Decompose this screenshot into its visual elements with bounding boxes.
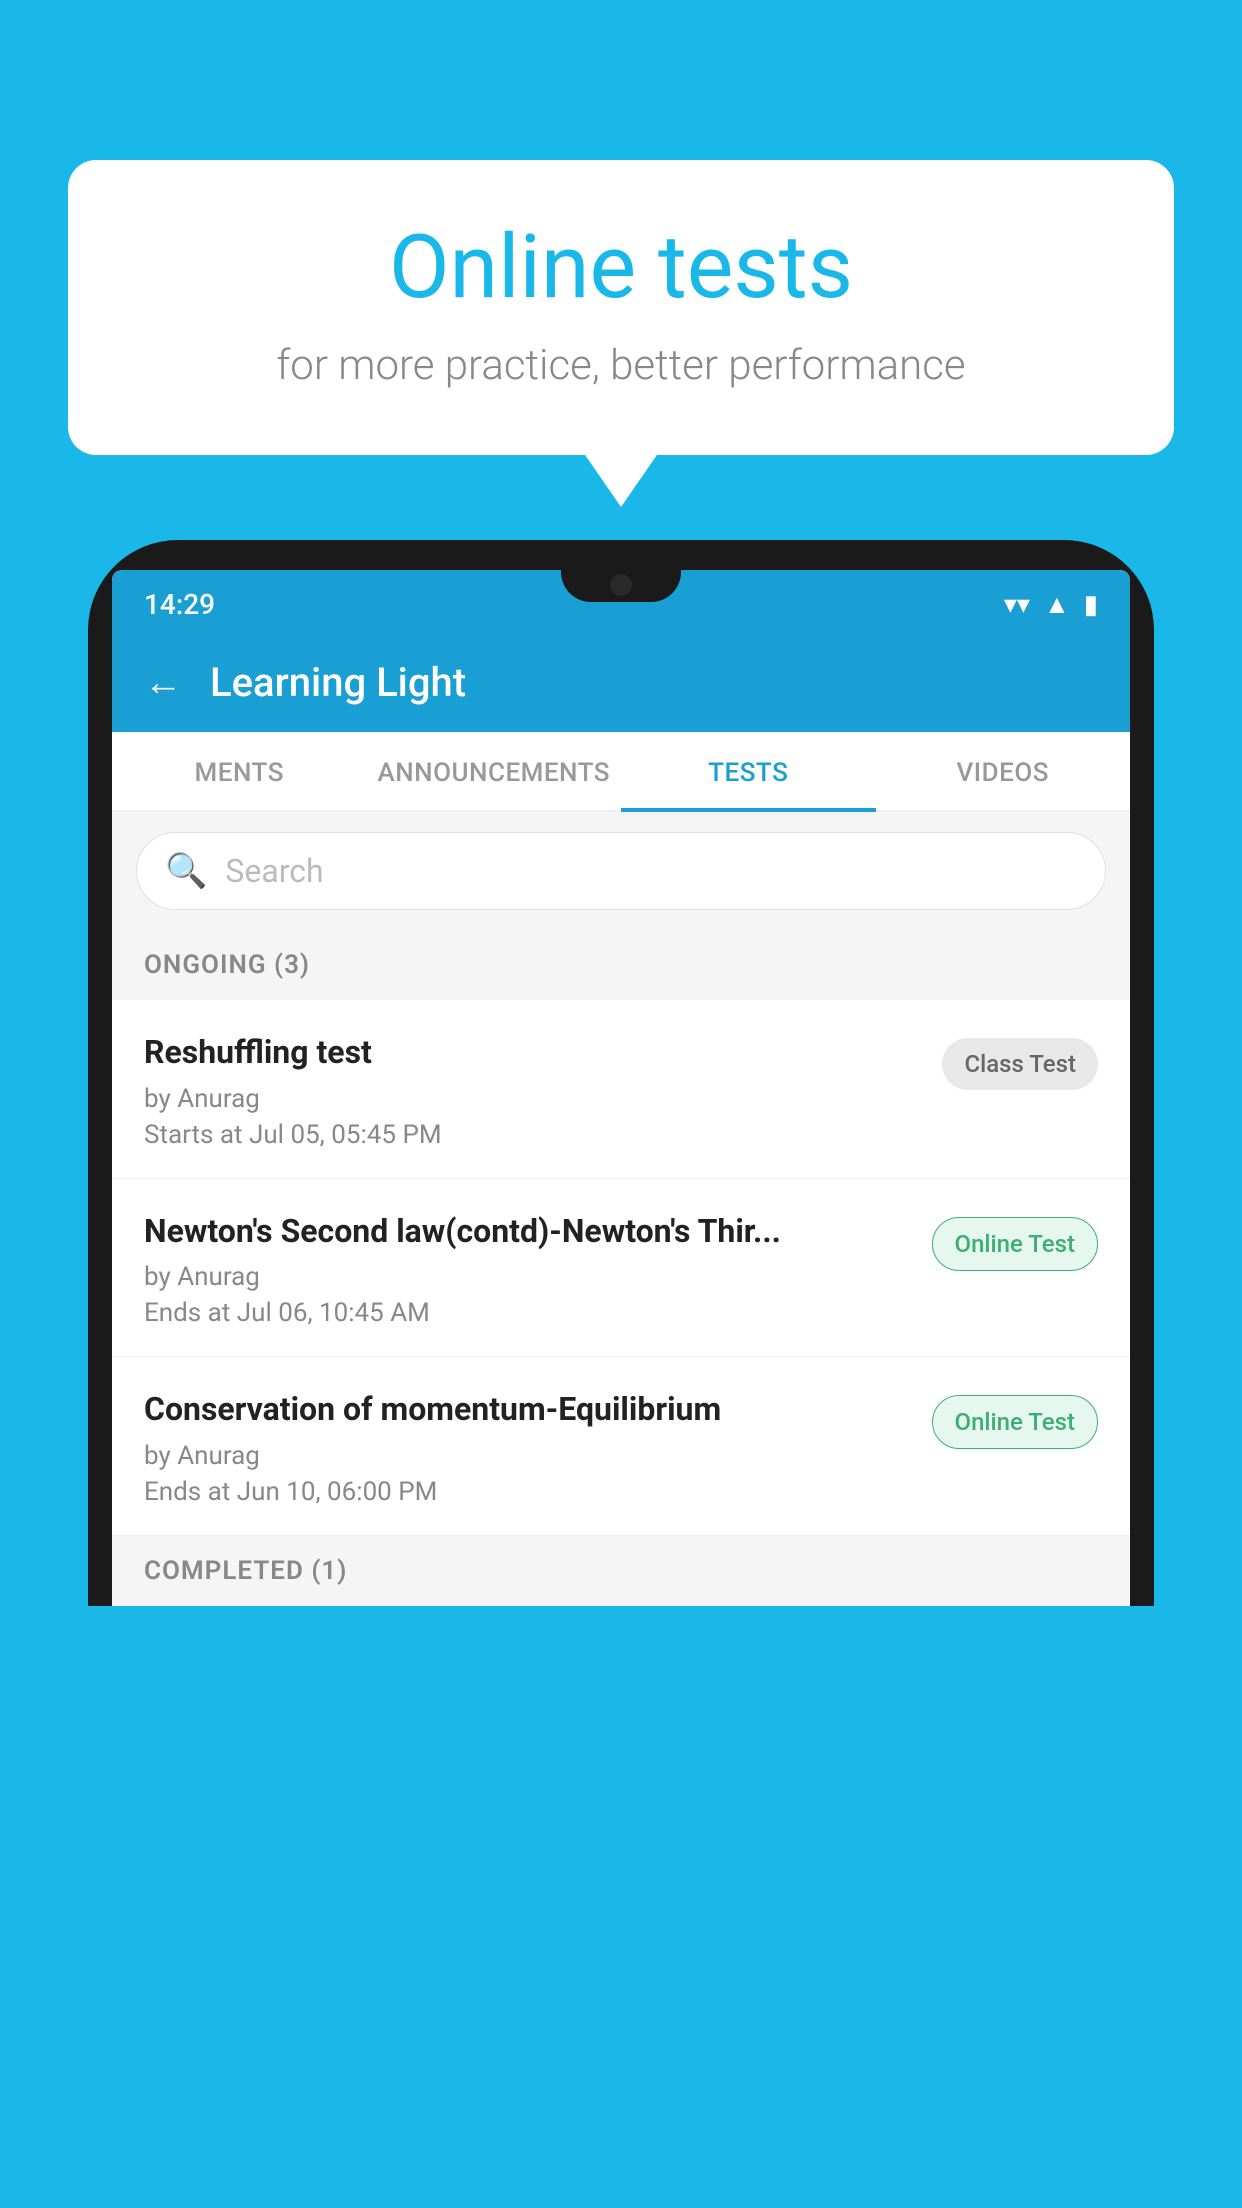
test-name: Conservation of momentum-Equilibrium xyxy=(144,1389,908,1431)
test-item[interactable]: Conservation of momentum-Equilibrium by … xyxy=(112,1357,1130,1536)
bubble-subtitle: for more practice, better performance xyxy=(118,341,1124,390)
test-name: Reshuffling test xyxy=(144,1032,918,1074)
test-badge-online-2: Online Test xyxy=(932,1395,1098,1449)
bubble-title: Online tests xyxy=(118,220,1124,317)
signal-icon: ▲ xyxy=(1044,589,1070,620)
test-name: Newton's Second law(contd)-Newton's Thir… xyxy=(144,1211,908,1253)
test-badge-class: Class Test xyxy=(942,1038,1098,1090)
test-info: Newton's Second law(contd)-Newton's Thir… xyxy=(144,1211,932,1329)
test-info: Reshuffling test by Anurag Starts at Jul… xyxy=(144,1032,942,1150)
speech-bubble: Online tests for more practice, better p… xyxy=(68,160,1174,455)
tab-videos[interactable]: VIDEOS xyxy=(876,732,1131,810)
status-time: 14:29 xyxy=(144,588,215,621)
search-bar-container: 🔍 Search xyxy=(112,812,1130,930)
app-header: ← Learning Light xyxy=(112,633,1130,732)
test-item[interactable]: Newton's Second law(contd)-Newton's Thir… xyxy=(112,1179,1130,1358)
app-title: Learning Light xyxy=(210,659,466,706)
tab-tests[interactable]: TESTS xyxy=(621,732,876,810)
test-date: Starts at Jul 05, 05:45 PM xyxy=(144,1120,918,1150)
tab-bar: MENTS ANNOUNCEMENTS TESTS VIDEOS xyxy=(112,732,1130,812)
camera-dot xyxy=(610,574,632,596)
phone-outer: 14:29 ▾▾ ▲ ▮ ← Learning Light MENTS ANNO… xyxy=(88,540,1154,1606)
status-icons: ▾▾ ▲ ▮ xyxy=(1004,589,1098,620)
completed-section-header: COMPLETED (1) xyxy=(112,1536,1130,1606)
search-bar[interactable]: 🔍 Search xyxy=(136,832,1106,910)
wifi-icon: ▾▾ xyxy=(1004,590,1030,620)
test-list: Reshuffling test by Anurag Starts at Jul… xyxy=(112,1000,1130,1536)
test-date: Ends at Jun 10, 06:00 PM xyxy=(144,1477,908,1507)
back-arrow-icon[interactable]: ← xyxy=(144,664,182,702)
search-placeholder: Search xyxy=(225,852,323,890)
test-author: by Anurag xyxy=(144,1441,908,1471)
search-icon: 🔍 xyxy=(165,851,207,891)
phone-notch xyxy=(561,570,681,602)
test-item[interactable]: Reshuffling test by Anurag Starts at Jul… xyxy=(112,1000,1130,1179)
test-author: by Anurag xyxy=(144,1262,908,1292)
phone-screen: 14:29 ▾▾ ▲ ▮ ← Learning Light MENTS ANNO… xyxy=(112,570,1130,1606)
test-date: Ends at Jul 06, 10:45 AM xyxy=(144,1298,908,1328)
phone-container: 14:29 ▾▾ ▲ ▮ ← Learning Light MENTS ANNO… xyxy=(88,540,1154,2208)
tab-announcements[interactable]: ANNOUNCEMENTS xyxy=(367,732,622,810)
test-author: by Anurag xyxy=(144,1084,918,1114)
tab-assignments[interactable]: MENTS xyxy=(112,732,367,810)
test-info: Conservation of momentum-Equilibrium by … xyxy=(144,1389,932,1507)
battery-icon: ▮ xyxy=(1084,590,1098,620)
ongoing-section-header: ONGOING (3) xyxy=(112,930,1130,1000)
test-badge-online: Online Test xyxy=(932,1217,1098,1271)
